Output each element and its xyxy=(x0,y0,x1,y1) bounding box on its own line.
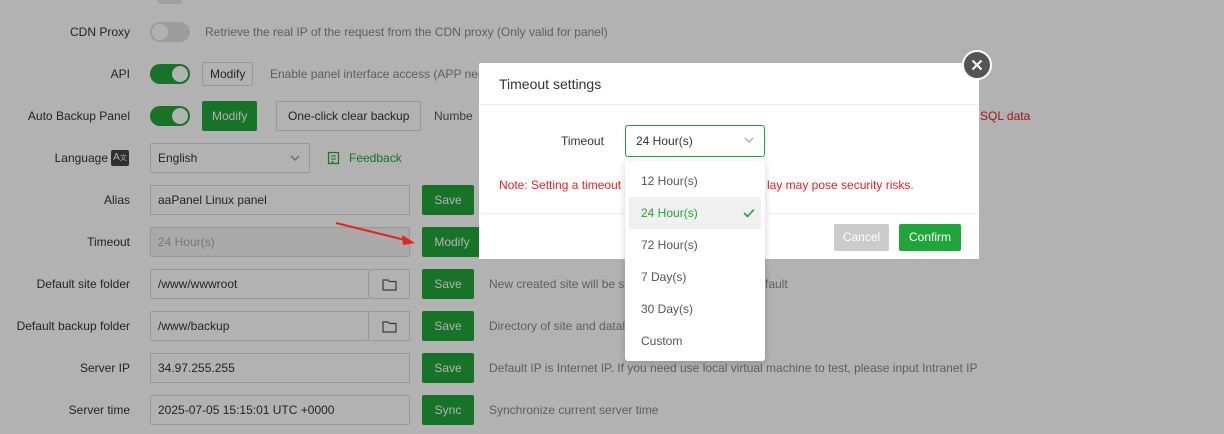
timeout-select[interactable]: 24 Hour(s) xyxy=(625,125,765,157)
dropdown-option[interactable]: Custom xyxy=(629,325,761,357)
timeout-select-value: 24 Hour(s) xyxy=(636,134,693,148)
cancel-button[interactable]: Cancel xyxy=(834,224,889,251)
dropdown-option[interactable]: 72 Hour(s) xyxy=(629,229,761,261)
dropdown-option-label: 24 Hour(s) xyxy=(641,206,698,220)
close-modal-button[interactable] xyxy=(962,50,992,80)
dropdown-option[interactable]: 12 Hour(s) xyxy=(629,165,761,197)
dropdown-option[interactable]: 7 Day(s) xyxy=(629,261,761,293)
confirm-button[interactable]: Confirm xyxy=(899,224,961,251)
dropdown-option-selected[interactable]: 24 Hour(s) xyxy=(629,197,761,229)
security-note-left: Note: Setting a timeout xyxy=(499,178,622,192)
timeout-field-label: Timeout xyxy=(561,134,604,148)
dropdown-option[interactable]: 30 Day(s) xyxy=(629,293,761,325)
chevron-down-icon xyxy=(744,137,754,143)
modal-header: Timeout settings xyxy=(479,63,979,105)
timeout-dropdown-menu: 12 Hour(s) 24 Hour(s) 72 Hour(s) 7 Day(s… xyxy=(625,161,765,361)
security-note-right: lay may pose security risks. xyxy=(767,178,914,192)
modal-title: Timeout settings xyxy=(499,76,602,92)
annotation-arrow xyxy=(335,222,415,245)
check-icon xyxy=(743,208,755,218)
close-icon xyxy=(971,59,983,71)
